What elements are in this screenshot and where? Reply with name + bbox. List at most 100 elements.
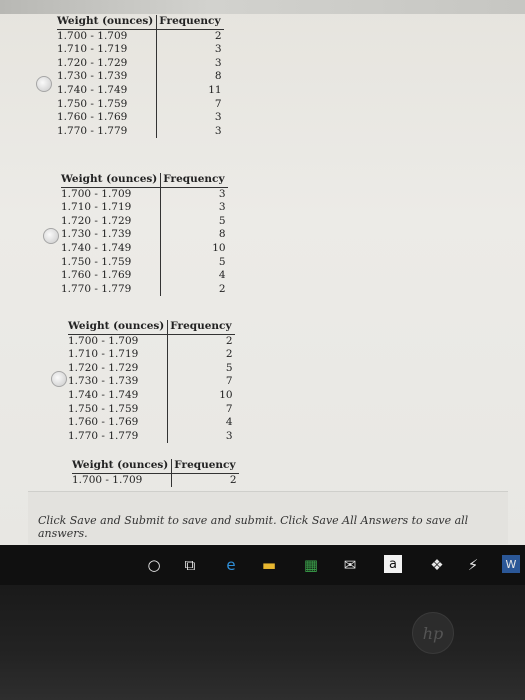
table-header-row: Weight (ounces) Frequency: [72, 459, 239, 474]
frequency-cell: 2: [167, 348, 235, 362]
weight-class-cell: 1.700 - 1.709: [72, 473, 143, 486]
frequency-cell: 5: [160, 214, 228, 229]
table-row: 1.700 - 1.709 3: [61, 187, 228, 202]
submit-instructions-bar: Click Save and Submit to save and submit…: [28, 491, 508, 544]
weight-class-cell: 1.710 - 1.719: [61, 201, 132, 214]
frequency-cell: 3: [156, 111, 224, 125]
task-view-icon[interactable]: ⧉: [179, 555, 201, 575]
frequency-cell: 11: [156, 83, 224, 98]
browser-screen: Weight (ounces) Frequency 1.700 - 1.709 2 1.…: [0, 0, 525, 545]
windows-taskbar: ○ ⧉ e ▬ ▦ ✉ a ❖ ⚡ W: [0, 545, 525, 585]
table-row: 1.750 - 1.759 7: [68, 402, 235, 417]
table-row: 1.750 - 1.759 7: [57, 97, 224, 112]
frequency-cell: 3: [160, 187, 228, 202]
table-row: 1.700 - 1.709 2: [72, 473, 239, 488]
weight-class-cell: 1.710 - 1.719: [57, 43, 128, 56]
table-row: 1.720 - 1.729 5: [68, 361, 235, 376]
weight-class-cell: 1.770 - 1.779: [61, 282, 132, 295]
frequency-cell: 7: [167, 375, 235, 389]
frequency-cell: 8: [160, 228, 228, 242]
frequency-cell: 10: [167, 388, 235, 403]
table-row: 1.740 - 1.749 11: [57, 83, 224, 98]
frequency-cell: 2: [171, 473, 239, 488]
word-icon[interactable]: W: [502, 555, 520, 573]
frequency-cell: 7: [156, 97, 224, 112]
frequency-cell: 3: [156, 124, 224, 139]
frequency-column-header: Frequency: [160, 173, 228, 188]
table-row: 1.730 - 1.739 7: [68, 375, 235, 389]
cortana-icon[interactable]: ○: [143, 555, 165, 575]
table-row: 1.760 - 1.769 4: [68, 416, 235, 430]
weight-class-cell: 1.750 - 1.759: [61, 255, 132, 268]
weight-class-cell: 1.750 - 1.759: [57, 97, 128, 110]
lightning-icon[interactable]: ⚡: [462, 555, 484, 575]
table-row: 1.710 - 1.719 3: [61, 201, 228, 215]
weight-class-cell: 1.770 - 1.779: [68, 429, 139, 442]
table-row: 1.760 - 1.769 3: [57, 111, 224, 125]
weight-class-cell: 1.720 - 1.729: [61, 214, 132, 227]
frequency-cell: 5: [167, 361, 235, 376]
frequency-cell: 10: [160, 241, 228, 256]
frequency-cell: 5: [160, 255, 228, 270]
table-row: 1.740 - 1.749 10: [61, 241, 228, 256]
frequency-table-option-1: Weight (ounces) Frequency 1.700 - 1.709 2 1.…: [57, 15, 224, 139]
table-row: 1.720 - 1.729 3: [57, 56, 224, 71]
radio-button-option-2[interactable]: [43, 228, 59, 244]
weight-class-cell: 1.760 - 1.769: [61, 269, 132, 282]
weight-class-cell: 1.740 - 1.749: [61, 241, 132, 254]
weight-class-cell: 1.700 - 1.709: [57, 29, 128, 42]
frequency-table-option-2: Weight (ounces) Frequency 1.700 - 1.709 3 1.…: [61, 173, 228, 297]
table-header-row: Weight (ounces) Frequency: [68, 320, 235, 335]
weight-class-cell: 1.720 - 1.729: [57, 56, 128, 69]
radio-button-option-1[interactable]: [36, 76, 52, 92]
table-row: 1.760 - 1.769 4: [61, 269, 228, 283]
table-row: 1.740 - 1.749 10: [68, 388, 235, 403]
frequency-cell: 3: [160, 201, 228, 215]
frequency-column-header: Frequency: [156, 15, 224, 30]
weight-column-header: Weight (ounces): [61, 173, 161, 188]
table-row: 1.710 - 1.719 2: [68, 348, 235, 362]
weight-class-cell: 1.760 - 1.769: [57, 111, 128, 124]
mail-icon[interactable]: ✉: [339, 555, 361, 575]
amazon-icon[interactable]: a: [384, 555, 402, 573]
frequency-cell: 4: [160, 269, 228, 283]
table-header-row: Weight (ounces) Frequency: [57, 15, 224, 30]
weight-class-cell: 1.770 - 1.779: [57, 124, 128, 137]
file-explorer-icon[interactable]: ▬: [258, 555, 280, 575]
weight-class-cell: 1.730 - 1.739: [57, 70, 128, 83]
weight-class-cell: 1.720 - 1.729: [68, 361, 139, 374]
weight-column-header: Weight (ounces): [72, 459, 172, 474]
weight-class-cell: 1.700 - 1.709: [61, 187, 132, 200]
weight-class-cell: 1.730 - 1.739: [61, 228, 132, 241]
table-row: 1.710 - 1.719 3: [57, 43, 224, 57]
hp-logo: hp: [412, 612, 454, 654]
frequency-column-header: Frequency: [171, 459, 239, 474]
table-row: 1.720 - 1.729 5: [61, 214, 228, 229]
weight-class-cell: 1.740 - 1.749: [68, 388, 139, 401]
radio-button-option-3[interactable]: [51, 371, 67, 387]
weight-class-cell: 1.700 - 1.709: [68, 334, 139, 347]
frequency-table-option-3: Weight (ounces) Frequency 1.700 - 1.709 2 1.…: [68, 320, 235, 444]
frequency-cell: 2: [156, 29, 224, 44]
frequency-cell: 3: [156, 43, 224, 57]
frequency-cell: 3: [167, 429, 235, 444]
frequency-cell: 4: [167, 416, 235, 430]
table-row: 1.770 - 1.779 3: [57, 124, 224, 139]
weight-class-cell: 1.730 - 1.739: [68, 375, 139, 388]
dropbox-icon[interactable]: ❖: [426, 555, 448, 575]
edge-icon[interactable]: e: [220, 555, 242, 575]
weight-class-cell: 1.760 - 1.769: [68, 416, 139, 429]
weight-column-header: Weight (ounces): [68, 320, 168, 335]
frequency-cell: 7: [167, 402, 235, 417]
table-row: 1.700 - 1.709 2: [57, 29, 224, 44]
frequency-cell: 3: [156, 56, 224, 71]
table-row: 1.730 - 1.739 8: [57, 70, 224, 84]
weight-column-header: Weight (ounces): [57, 15, 157, 30]
submit-instructions-text: Click Save and Submit to save and submit…: [38, 514, 469, 540]
table-row: 1.770 - 1.779 3: [68, 429, 235, 444]
table-row: 1.730 - 1.739 8: [61, 228, 228, 242]
frequency-cell: 2: [167, 334, 235, 349]
hp-logo-text: hp: [422, 623, 444, 643]
store-icon[interactable]: ▦: [300, 555, 322, 575]
table-row: 1.700 - 1.709 2: [68, 334, 235, 349]
